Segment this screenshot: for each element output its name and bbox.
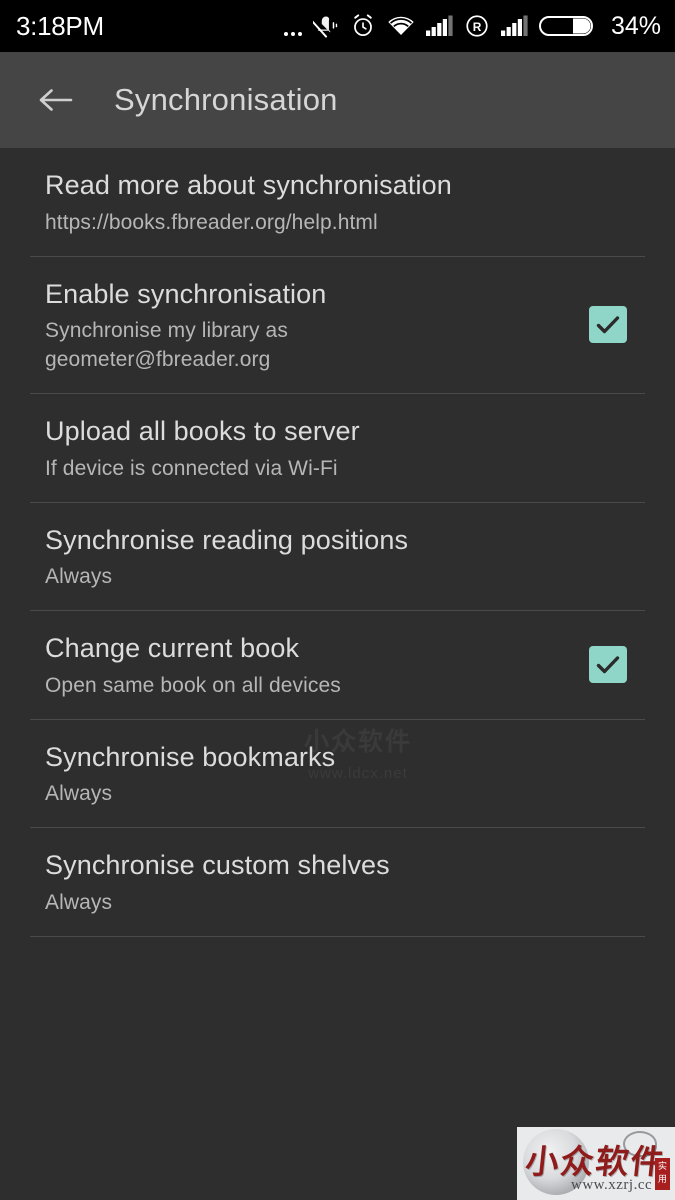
- list-item-summary-line1: If device is connected via Wi-Fi: [45, 456, 338, 480]
- list-item-title: Synchronise reading positions: [45, 524, 409, 555]
- list-item-title: Change current book: [45, 633, 300, 664]
- logo-watermark-cn: 小众软件: [523, 1142, 668, 1181]
- vibrate-silent-icon: [312, 13, 339, 39]
- status-bar-clock: 3:18PM: [16, 11, 104, 41]
- list-item-text: Read more about synchronisation https://…: [30, 148, 645, 256]
- list-item-summary-line1: Always: [45, 782, 113, 806]
- app-bar: Synchronisation: [0, 52, 675, 148]
- list-item[interactable]: Synchronise custom shelves Always: [0, 828, 675, 936]
- list-item-summary-line1: Always: [45, 565, 113, 589]
- list-item-title: Upload all books to server: [45, 416, 360, 446]
- list-item-text: Synchronise bookmarks Always: [30, 720, 645, 828]
- list-item[interactable]: Change current book Open same book on al…: [0, 611, 675, 719]
- page-title: Synchronisation: [114, 82, 338, 117]
- logo-watermark-url: www.xzrj.cc: [571, 1177, 653, 1193]
- seal-stamp: 实用: [655, 1158, 670, 1190]
- list-item-summary: Open same book on all devices: [45, 672, 571, 701]
- svg-text:R: R: [473, 20, 482, 34]
- list-item-title: Synchronise bookmarks: [45, 741, 336, 772]
- wifi-icon: [387, 13, 415, 39]
- battery-icon: [538, 12, 595, 40]
- list-item-text: Synchronise reading positions Always: [30, 503, 645, 611]
- list-item[interactable]: Upload all books to server If device is …: [0, 394, 675, 502]
- phone-screen: 3:18PM R 34% Synchronisation 小众软件 www.ld…: [0, 0, 675, 1200]
- checkbox-box: [589, 646, 627, 684]
- list-item-text: Upload all books to server If device is …: [30, 394, 645, 502]
- more-options-icon: [283, 14, 302, 38]
- list-divider: [30, 935, 645, 937]
- back-button[interactable]: [24, 69, 86, 131]
- back-arrow-icon: [37, 86, 73, 114]
- list-item-text: Synchronise custom shelves Always: [30, 828, 645, 936]
- list-item-summary-line1: Open same book on all devices: [45, 673, 341, 697]
- list-item-summary: Always: [45, 889, 645, 918]
- status-bar-icons: R 34%: [283, 0, 661, 52]
- list-item-summary-line1: Synchronise my library as: [45, 319, 288, 343]
- list-item-summary-line2: geometer@fbreader.org: [45, 348, 271, 372]
- list-item-summary-line1: Always: [45, 890, 113, 914]
- status-bar: 3:18PM R 34%: [0, 0, 675, 52]
- list-item-summary: Synchronise my library as geometer@fbrea…: [45, 317, 571, 375]
- change-current-book-checkbox[interactable]: [571, 646, 645, 684]
- list-item[interactable]: Enable synchronisation Synchronise my li…: [0, 257, 675, 393]
- list-item-summary: Always: [45, 563, 645, 592]
- settings-list: 小众软件 www.ldcx.net Read more about synchr…: [0, 148, 675, 1200]
- enable-synchronisation-checkbox[interactable]: [571, 306, 645, 344]
- alarm-clock-icon: [350, 13, 376, 39]
- list-item-summary: Always: [45, 780, 645, 809]
- list-item-title: Synchronise custom shelves: [45, 850, 390, 881]
- list-item[interactable]: Synchronise bookmarks Always: [0, 720, 675, 828]
- list-item-summary: If device is connected via Wi-Fi: [45, 455, 645, 484]
- battery-percent-label: 34%: [610, 11, 661, 40]
- checkmark-icon: [595, 654, 621, 676]
- roaming-icon: R: [464, 13, 490, 39]
- list-item-text: Enable synchronisation Synchronise my li…: [30, 257, 571, 393]
- cellular-signal-icon: [425, 14, 453, 38]
- list-item-title: Enable synchronisation: [45, 278, 327, 309]
- logo-watermark: 小众软件 www.xzrj.cc 实用: [517, 1127, 675, 1200]
- list-item[interactable]: Synchronise reading positions Always: [0, 503, 675, 611]
- list-item-summary: https://books.fbreader.org/help.html: [45, 209, 645, 238]
- list-item-title: Read more about synchronisation: [45, 170, 452, 200]
- list-item-summary-line1: https://books.fbreader.org/help.html: [45, 210, 378, 234]
- checkbox-box: [589, 306, 627, 344]
- list-item[interactable]: Read more about synchronisation https://…: [0, 148, 675, 256]
- list-item-text: Change current book Open same book on al…: [30, 611, 571, 719]
- cellular-signal-2-icon: [500, 14, 528, 38]
- checkmark-icon: [595, 314, 621, 336]
